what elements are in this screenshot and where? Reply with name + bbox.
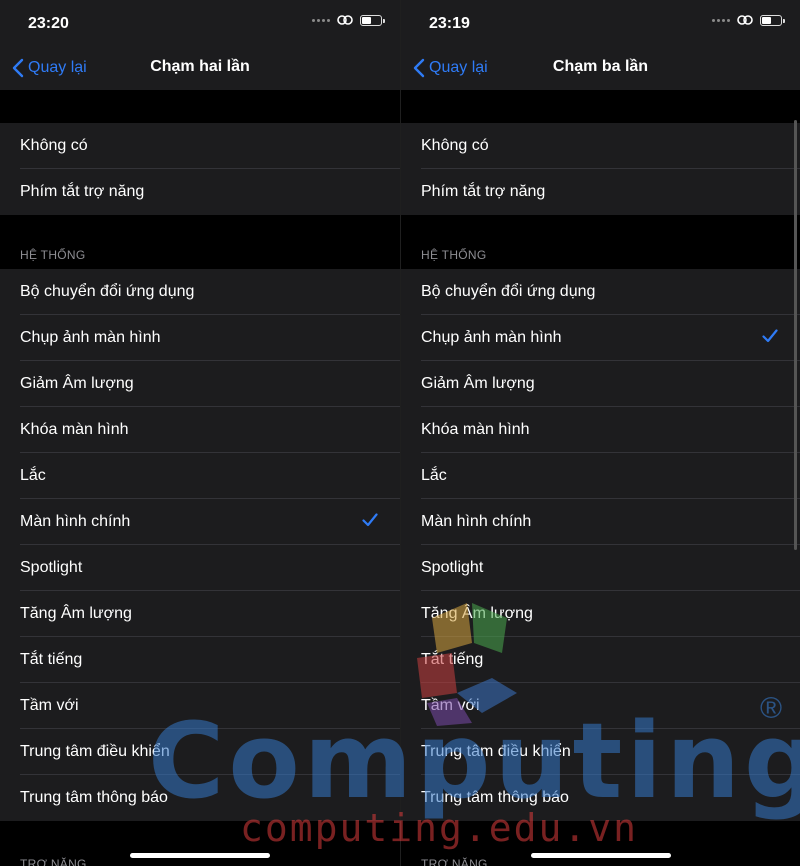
system-group: Bộ chuyển đổi ứng dụng Chụp ảnh màn hình… bbox=[401, 269, 800, 821]
option-label: Không có bbox=[20, 137, 88, 154]
list-item[interactable]: Tắt tiếng bbox=[0, 637, 400, 683]
list-item[interactable]: Bộ chuyển đổi ứng dụng bbox=[401, 269, 800, 315]
item-label: Màn hình chính bbox=[20, 513, 131, 530]
list-item[interactable]: Giảm Âm lượng bbox=[0, 361, 400, 407]
section-header-accessibility: TRỢ NĂNG bbox=[421, 857, 488, 866]
item-label: Lắc bbox=[421, 467, 447, 484]
battery-icon bbox=[360, 14, 385, 26]
checkmark-icon bbox=[362, 513, 378, 527]
list-item-selected[interactable]: Chụp ảnh màn hình bbox=[401, 315, 800, 361]
item-label: Trung tâm thông báo bbox=[421, 789, 569, 806]
item-label: Bộ chuyển đổi ứng dụng bbox=[20, 283, 195, 300]
list-item[interactable]: Lắc bbox=[401, 453, 800, 499]
home-indicator bbox=[130, 853, 270, 858]
status-bar-icons bbox=[312, 14, 385, 26]
status-time: 23:19 bbox=[429, 15, 470, 32]
item-label: Tắt tiếng bbox=[20, 651, 83, 668]
option-label: Phím tắt trợ năng bbox=[421, 183, 546, 200]
back-button[interactable]: Quay lại bbox=[413, 50, 488, 86]
item-label: Trung tâm điều khiển bbox=[20, 743, 170, 760]
item-label: Chụp ảnh màn hình bbox=[421, 329, 562, 346]
list-item[interactable]: Tăng Âm lượng bbox=[401, 591, 800, 637]
option-none[interactable]: Không có bbox=[401, 123, 800, 169]
option-label: Không có bbox=[421, 137, 489, 154]
item-label: Giảm Âm lượng bbox=[20, 375, 134, 392]
item-label: Khóa màn hình bbox=[421, 421, 530, 438]
list-item[interactable]: Trung tâm thông báo bbox=[0, 775, 400, 821]
option-accessibility-shortcut[interactable]: Phím tắt trợ năng bbox=[0, 169, 400, 215]
item-label: Lắc bbox=[20, 467, 46, 484]
list-item[interactable]: Spotlight bbox=[401, 545, 800, 591]
double-tap-screen: 23:20 Chạm hai lần Quay lại Không có Phí… bbox=[0, 0, 400, 866]
chevron-left-icon bbox=[12, 58, 24, 78]
signal-icon bbox=[712, 18, 730, 22]
item-label: Bộ chuyển đổi ứng dụng bbox=[421, 283, 596, 300]
list-item[interactable]: Tăng Âm lượng bbox=[0, 591, 400, 637]
option-accessibility-shortcut[interactable]: Phím tắt trợ năng bbox=[401, 169, 800, 215]
list-item[interactable]: Giảm Âm lượng bbox=[401, 361, 800, 407]
status-bar-icons bbox=[712, 14, 785, 26]
section-header-system: HỆ THỐNG bbox=[20, 248, 86, 262]
list-item[interactable]: Bộ chuyển đổi ứng dụng bbox=[0, 269, 400, 315]
list-item[interactable]: Chụp ảnh màn hình bbox=[0, 315, 400, 361]
back-label: Quay lại bbox=[429, 59, 488, 76]
list-item[interactable]: Spotlight bbox=[0, 545, 400, 591]
checkmark-icon bbox=[762, 329, 778, 343]
option-label: Phím tắt trợ năng bbox=[20, 183, 145, 200]
triple-tap-screen: 23:19 Chạm ba lần Quay lại Không có Phím… bbox=[400, 0, 800, 866]
options-group: Không có Phím tắt trợ năng bbox=[401, 123, 800, 215]
scrollbar[interactable] bbox=[794, 120, 797, 550]
link-icon bbox=[737, 15, 753, 25]
navigation-header: 23:19 Chạm ba lần Quay lại bbox=[401, 0, 800, 90]
list-item[interactable]: Trung tâm điều khiển bbox=[0, 729, 400, 775]
section-header-system: HỆ THỐNG bbox=[421, 248, 487, 262]
item-label: Trung tâm điều khiển bbox=[421, 743, 571, 760]
list-item[interactable]: Tầm với bbox=[401, 683, 800, 729]
item-label: Giảm Âm lượng bbox=[421, 375, 535, 392]
home-indicator bbox=[531, 853, 671, 858]
item-label: Tầm với bbox=[421, 697, 480, 714]
item-label: Tầm với bbox=[20, 697, 79, 714]
item-label: Spotlight bbox=[421, 559, 484, 576]
item-label: Tắt tiếng bbox=[421, 651, 484, 668]
options-group: Không có Phím tắt trợ năng bbox=[0, 123, 400, 215]
back-label: Quay lại bbox=[28, 59, 87, 76]
battery-icon bbox=[760, 14, 785, 26]
item-label: Màn hình chính bbox=[421, 513, 532, 530]
item-label: Trung tâm thông báo bbox=[20, 789, 168, 806]
list-item[interactable]: Màn hình chính bbox=[401, 499, 800, 545]
back-button[interactable]: Quay lại bbox=[12, 50, 87, 86]
option-none[interactable]: Không có bbox=[0, 123, 400, 169]
list-item[interactable]: Trung tâm điều khiển bbox=[401, 729, 800, 775]
system-group: Bộ chuyển đổi ứng dụng Chụp ảnh màn hình… bbox=[0, 269, 400, 821]
list-item-selected[interactable]: Màn hình chính bbox=[0, 499, 400, 545]
item-label: Tăng Âm lượng bbox=[20, 605, 132, 622]
item-label: Chụp ảnh màn hình bbox=[20, 329, 161, 346]
list-item[interactable]: Tắt tiếng bbox=[401, 637, 800, 683]
item-label: Tăng Âm lượng bbox=[421, 605, 533, 622]
item-label: Khóa màn hình bbox=[20, 421, 129, 438]
item-label: Spotlight bbox=[20, 559, 83, 576]
chevron-left-icon bbox=[413, 58, 425, 78]
status-time: 23:20 bbox=[28, 15, 69, 32]
list-item[interactable]: Tầm với bbox=[0, 683, 400, 729]
list-item[interactable]: Khóa màn hình bbox=[0, 407, 400, 453]
list-item[interactable]: Lắc bbox=[0, 453, 400, 499]
section-header-accessibility: TRỢ NĂNG bbox=[20, 857, 87, 866]
navigation-header: 23:20 Chạm hai lần Quay lại bbox=[0, 0, 400, 90]
list-item[interactable]: Khóa màn hình bbox=[401, 407, 800, 453]
link-icon bbox=[337, 15, 353, 25]
signal-icon bbox=[312, 18, 330, 22]
list-item[interactable]: Trung tâm thông báo bbox=[401, 775, 800, 821]
